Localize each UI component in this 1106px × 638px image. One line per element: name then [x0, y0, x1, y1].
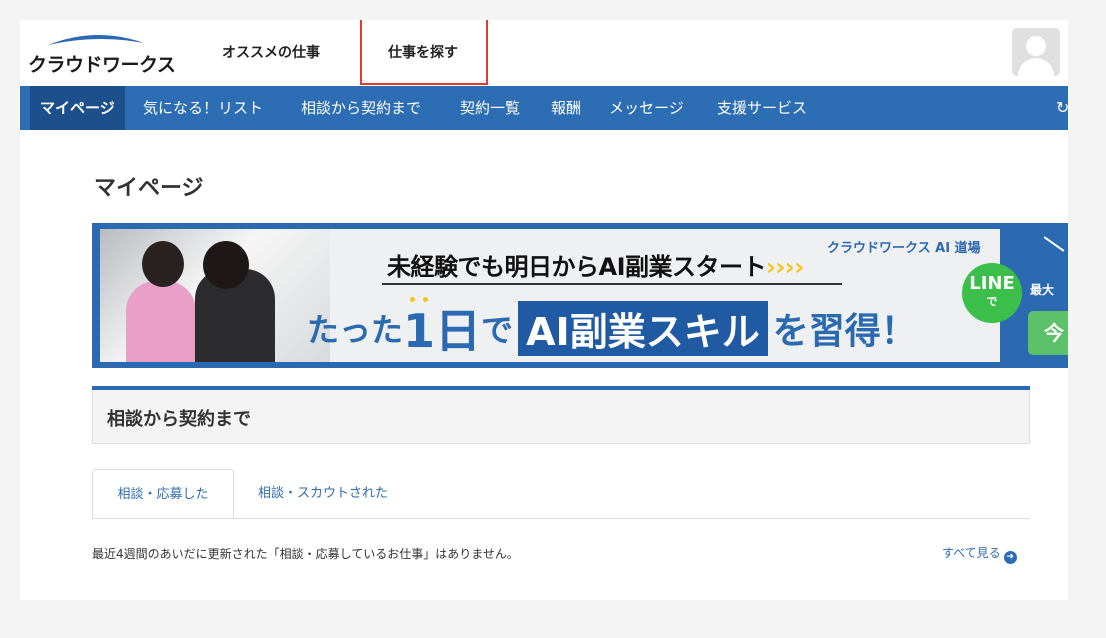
see-all-link[interactable]: すべて見る ➜: [942, 544, 1017, 564]
see-all-label: すべて見る: [942, 546, 1001, 560]
banner-headline-text: 未経験でも明日からAI副業スタート: [387, 253, 767, 281]
banner-slash: [1043, 236, 1065, 252]
person-icon: [195, 241, 275, 362]
ad-banner[interactable]: 未経験でも明日からAI副業スタート›››› クラウドワークス AI 道場 たった…: [92, 223, 1068, 368]
tab-applied[interactable]: 相談・応募した: [92, 469, 234, 519]
line-badge: LINE で: [962, 263, 1022, 323]
section-title: 相談から契約まで: [107, 409, 251, 430]
nav-item-rewards[interactable]: 報酬: [551, 86, 581, 130]
chevrons-icon: ››››: [766, 253, 804, 281]
person-icon: [126, 241, 196, 362]
line-de: で: [986, 295, 998, 308]
nav-item-contracts[interactable]: 契約一覧: [460, 86, 520, 130]
banner-dots: [410, 287, 450, 302]
logo-text: クラウドワークス: [28, 54, 176, 76]
page-title: マイページ: [94, 176, 204, 201]
nav-item-messages[interactable]: メッセージ: [609, 86, 684, 130]
site-header: クラウドワークス オススメの仕事 仕事を探す: [20, 20, 1068, 86]
banner-sub-de: で: [481, 311, 514, 349]
banner-headline: 未経験でも明日からAI副業スタート››››: [387, 247, 804, 282]
main-nav: マイページ 気になる！リスト 相談から契約まで 契約一覧 報酬 メッセージ 支援…: [20, 86, 1068, 130]
logo-swoosh-icon: [48, 34, 144, 45]
arrow-right-circle-icon: ➜: [1003, 551, 1017, 564]
avatar-head-icon: [1026, 36, 1046, 56]
nav-item-mypage[interactable]: マイページ: [30, 86, 125, 130]
nav-item-support[interactable]: 支援サービス: [717, 86, 807, 130]
find-jobs-highlight: [360, 20, 488, 85]
banner-sub-prefix: たった: [307, 311, 404, 349]
nav-item-consult-to-contract[interactable]: 相談から契約まで: [301, 86, 421, 130]
banner-brand: クラウドワークス AI 道場: [827, 241, 981, 256]
banner-subheadline: たった1日で AI副業スキル を習得！: [307, 295, 917, 358]
tabs-divider: [92, 518, 1030, 519]
recommended-jobs-link[interactable]: オススメの仕事: [222, 42, 320, 62]
banner-sub-suffix: を習得！: [772, 311, 917, 352]
page-frame: クラウドワークス オススメの仕事 仕事を探す マイページ 気になる！リスト 相談…: [20, 20, 1068, 600]
banner-skill-label: AI副業スキル: [518, 300, 768, 356]
tab-scouted[interactable]: 相談・スカウトされた: [258, 469, 388, 519]
banner-max-text: 最大: [1030, 283, 1055, 297]
nav-item-favorites[interactable]: 気になる！リスト: [143, 86, 263, 130]
site-logo[interactable]: クラウドワークス: [28, 32, 176, 76]
banner-cta-button[interactable]: 今: [1028, 311, 1068, 355]
avatar-body-icon: [1018, 58, 1054, 76]
refresh-icon[interactable]: ↻: [1056, 98, 1068, 118]
banner-sub-number: 1日: [403, 304, 482, 358]
banner-photo: [100, 229, 330, 362]
banner-divider: [382, 283, 842, 285]
empty-message: 最近4週間のあいだに更新された「相談・応募しているお仕事」はありません。: [92, 547, 519, 561]
section-header: 相談から契約まで: [92, 390, 1030, 444]
line-label: LINE: [969, 273, 1015, 294]
avatar[interactable]: [1012, 28, 1060, 76]
